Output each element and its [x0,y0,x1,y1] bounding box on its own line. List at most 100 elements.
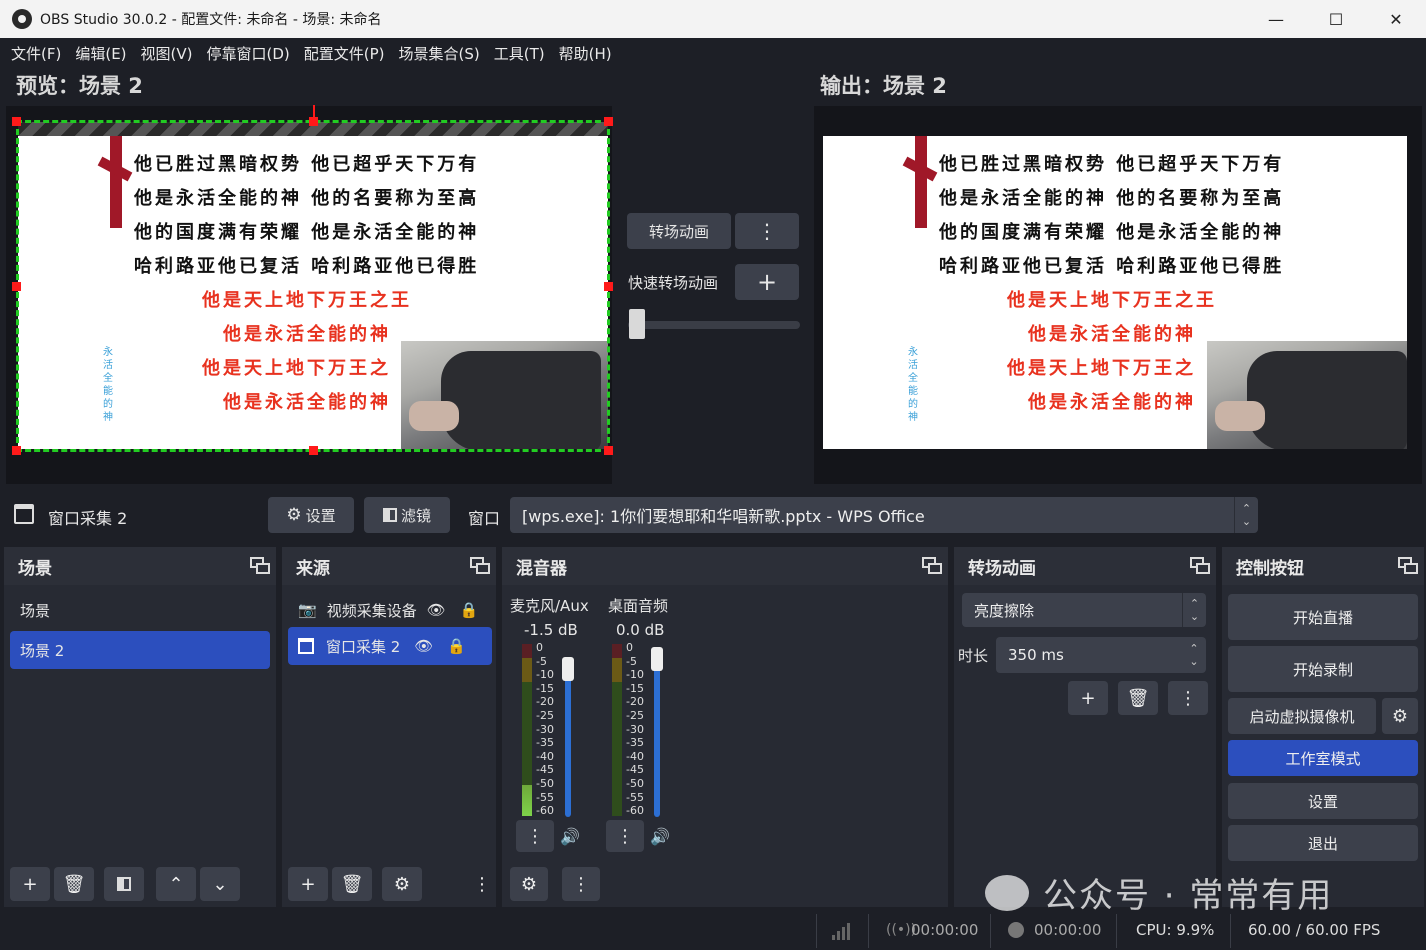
volume-slider-thumb[interactable] [651,647,663,671]
scene-filters-button[interactable] [104,867,144,901]
preview-title: 预览：场景 2 [16,74,143,98]
sources-title: 来源 [296,558,330,579]
source-more-button[interactable]: ⋮ [472,867,492,901]
close-button[interactable]: ✕ [1366,0,1426,38]
resize-handle[interactable] [604,117,613,126]
lock-icon[interactable]: 🔒 [447,637,466,655]
source-filters-label: 滤镜 [400,506,431,525]
move-scene-down-button[interactable]: ⌄ [200,867,240,901]
remove-transition-button[interactable]: 🗑 [1118,681,1158,715]
menu-scene-collection[interactable]: 场景集合(S) [392,43,487,64]
volume-slider[interactable] [654,657,660,817]
updown-icon[interactable]: ⌃ ⌄ [1182,637,1206,673]
updown-icon: ⌃ ⌄ [1182,593,1206,627]
t-bar-track[interactable] [628,321,800,329]
rotation-handle[interactable] [313,105,315,119]
float-dock-icon[interactable] [470,557,490,575]
source-filters-button[interactable]: 滤镜 [364,497,450,533]
output-slide: 他已胜过黑暗权势 他已超乎天下万有 他是永活全能的神 他的名要称为至高 他的国度… [823,136,1407,449]
minimize-button[interactable]: — [1246,0,1306,38]
virtual-camera-settings-button[interactable]: ⚙ [1382,698,1418,734]
source-item-label: 窗口采集 2 [326,637,401,656]
mixer-channel-menu-button[interactable]: ⋮ [606,820,644,852]
source-settings-label: 设置 [305,506,336,525]
lyric-line-red: 他是天上地下万王之王 [1007,290,1217,311]
meter-ticks: 0 -5 -10 -15 -20 -25 -30 -35 -40 -45 -50 -55 -60 [626,641,644,818]
menu-file[interactable]: 文件(F) [4,43,68,64]
mixer-channel-menu-button[interactable]: ⋮ [516,820,554,852]
start-recording-button[interactable]: 开始录制 [1228,646,1418,692]
watermark-text: 公众号 · 常常有用 [1043,876,1334,916]
float-dock-icon[interactable] [922,557,942,575]
add-transition-button[interactable]: + [1068,681,1108,715]
source-settings-button[interactable]: ⚙ 设置 [268,497,354,533]
wechat-icon [985,874,1029,911]
menu-profile[interactable]: 配置文件(P) [297,43,392,64]
menu-docks[interactable]: 停靠窗口(D) [200,43,297,64]
mixer-channel-name: 桌面音频 [608,597,669,615]
scene-item[interactable]: 场景 [10,591,270,629]
menu-edit[interactable]: 编辑(E) [68,43,133,64]
menu-tools[interactable]: 工具(T) [487,43,552,64]
window-title: OBS Studio 30.0.2 - 配置文件: 未命名 - 场景: 未命名 [40,12,382,28]
menu-help[interactable]: 帮助(H) [552,43,619,64]
studio-mode-button[interactable]: 工作室模式 [1228,740,1418,776]
resize-handle[interactable] [12,282,21,291]
scene-item-selected[interactable]: 场景 2 [10,631,270,669]
float-dock-icon[interactable] [1190,557,1210,575]
start-streaming-button[interactable]: 开始直播 [1228,594,1418,640]
maximize-button[interactable]: ☐ [1306,0,1366,38]
source-item-selected[interactable]: 窗口采集 2 👁 🔒 [288,627,492,665]
cpu-usage: CPU: 9.9% [1136,921,1215,939]
float-dock-icon[interactable] [1398,557,1418,575]
transition-button[interactable]: 转场动画 [627,213,731,249]
speaker-icon[interactable]: 🔊 [560,827,580,846]
speaker-icon[interactable]: 🔊 [650,827,670,846]
trash-icon: 🗑 [62,873,86,895]
source-item-label: 视频采集设备 [326,601,417,620]
lyric-line: 他是永活全能的神 他的名要称为至高 [939,188,1285,209]
start-virtual-camera-button[interactable]: 启动虚拟摄像机 [1228,698,1376,734]
float-dock-icon[interactable] [250,557,270,575]
window-select-value: [wps.exe]: 1你们要想耶和华唱新歌.pptx - WPS Office [522,507,925,526]
filter-icon [117,877,131,891]
remove-source-button[interactable]: 🗑 [332,867,372,901]
trash-icon: 🗑 [340,873,364,895]
resize-handle[interactable] [604,282,613,291]
menu-view[interactable]: 视图(V) [134,43,200,64]
lock-icon[interactable]: 🔒 [460,601,479,619]
mixer-channel-name: 麦克风/Aux [510,597,589,615]
mixer-menu-button[interactable]: ⋮ [562,867,600,901]
quick-transition-label: 快速转场动画 [628,274,719,292]
source-properties-button[interactable]: ⚙ [382,867,422,901]
stream-time: 00:00:00 [911,921,979,939]
eye-icon[interactable]: 👁 [414,637,433,655]
source-item[interactable]: 📷 视频采集设备 👁 🔒 [288,591,492,629]
move-scene-up-button[interactable]: ⌃ [156,867,196,901]
add-quick-transition-button[interactable]: + [735,264,799,300]
eye-icon[interactable]: 👁 [427,601,446,619]
t-bar-thumb[interactable] [629,309,645,339]
scenes-dock: 场景 场景 场景 2 + 🗑 ⌃ ⌄ [4,547,276,907]
chevron-up-icon: ⌃ [168,873,184,895]
resize-handle[interactable] [12,446,21,455]
transition-select[interactable]: 亮度擦除 ⌃ ⌄ [962,593,1206,627]
transition-menu-button[interactable]: ⋮ [1168,681,1208,715]
exit-button[interactable]: 退出 [1228,825,1418,861]
resize-handle[interactable] [12,117,21,126]
resize-handle[interactable] [604,446,613,455]
advanced-audio-button[interactable]: ⚙ [510,867,548,901]
volume-slider-thumb[interactable] [562,657,574,681]
add-scene-button[interactable]: + [10,867,50,901]
remove-scene-button[interactable]: 🗑 [54,867,94,901]
settings-button[interactable]: 设置 [1228,783,1418,819]
source-selection-box[interactable] [16,120,610,452]
add-source-button[interactable]: + [288,867,328,901]
transition-menu-button[interactable]: ⋮ [735,213,799,249]
duration-spinbox[interactable]: 350 ms ⌃ ⌄ [996,637,1206,673]
window-select[interactable]: [wps.exe]: 1你们要想耶和华唱新歌.pptx - WPS Office… [510,497,1258,533]
lyric-line: 他的国度满有荣耀 他是永活全能的神 [939,222,1285,243]
webcam-overlay [1207,341,1407,449]
resize-handle[interactable] [309,446,318,455]
volume-slider[interactable] [565,657,571,817]
